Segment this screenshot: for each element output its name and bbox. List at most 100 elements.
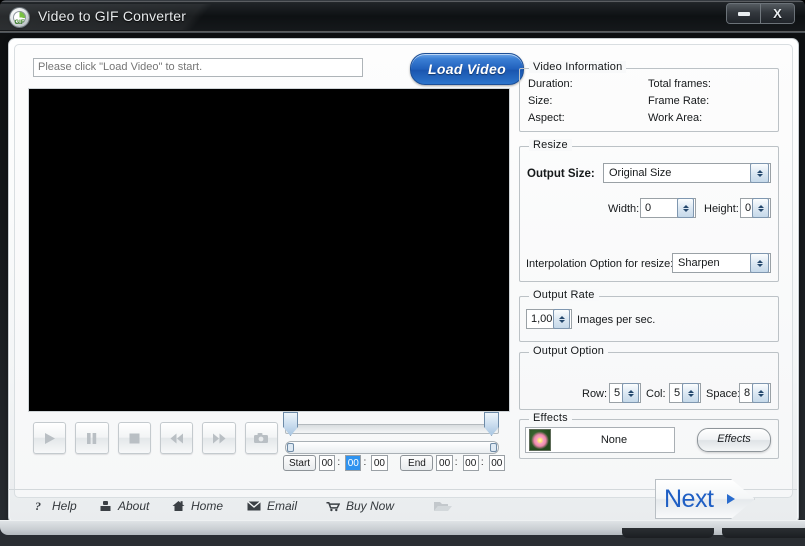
forward-button[interactable] [202,422,235,454]
folder-icon [433,499,453,513]
output-rate-arrows-icon[interactable] [553,309,570,329]
end-hours-field[interactable]: 00 [436,455,452,471]
titlebar-edge-2 [0,32,805,33]
effects-legend: Effects [529,412,572,424]
about-label: About [118,499,149,513]
help-link[interactable]: ? Help [32,499,77,513]
col-stepper-arrows-icon[interactable] [682,383,699,403]
height-stepper[interactable]: 0 [740,198,771,218]
gif-logo-icon: GIF [10,8,29,27]
play-button[interactable] [33,422,66,454]
space-label: Space: [706,387,740,401]
effect-selected-name: None [554,433,674,447]
resize-legend: Resize [529,139,572,151]
trim-timeline: Start 00 : 00 : 00 End 00 : 00 : 00 [283,410,505,462]
home-label: Home [191,499,223,513]
row-stepper[interactable]: 5 [609,383,641,403]
start-hours-field[interactable]: 00 [319,455,335,471]
titlebar-highlight-top [0,1,805,2]
flower-thumbnail-icon [529,429,551,451]
end-colon-1: : [455,455,458,471]
start-button[interactable]: Start [283,455,316,471]
width-stepper[interactable]: 0 [640,198,696,218]
home-link[interactable]: Home [171,499,223,513]
end-minutes-field[interactable]: 00 [463,455,479,471]
interpolation-chevron-icon[interactable] [750,253,769,273]
aspect-label: Aspect: [528,111,565,125]
duration-label: Duration: [528,77,573,91]
load-video-button[interactable]: Load Video [410,53,524,85]
output-size-chevron-icon[interactable] [750,163,769,183]
envelope-icon [247,499,261,513]
house-icon [171,499,185,513]
window-feet [0,528,805,546]
start-seconds-field[interactable]: 00 [371,455,387,471]
height-label: Height: [704,202,739,216]
gif-logo-text: GIF [12,19,27,27]
start-minutes-field[interactable]: 00 [345,455,361,471]
row-stepper-arrows-icon[interactable] [622,383,639,403]
email-link[interactable]: Email [247,499,297,513]
start-colon-1: : [337,455,340,471]
load-row: Load Video [33,55,498,85]
close-icon: X [773,7,782,20]
width-stepper-arrows-icon[interactable] [677,198,694,218]
total-frames-label: Total frames: [648,77,711,91]
output-rate-unit-label: Images per sec. [577,313,655,327]
email-label: Email [267,499,297,513]
buy-now-link[interactable]: Buy Now [326,499,394,513]
end-button[interactable]: End [400,455,433,471]
buy-now-label: Buy Now [346,499,394,513]
output-rate-group: Output Rate 1,00 Images per sec. [519,296,779,342]
resize-group: Resize Output Size: Original Size Width:… [519,146,779,282]
output-size-select[interactable]: Original Size [603,163,771,183]
output-rate-value: 1,00 [527,310,553,328]
size-label: Size: [528,94,552,108]
end-colon-2: : [481,455,484,471]
effects-button[interactable]: Effects [697,428,771,452]
stop-button[interactable] [118,422,151,454]
svg-text:?: ? [35,500,41,512]
output-size-value: Original Size [604,164,750,182]
effects-group: Effects None Effects [519,419,779,459]
frame-rate-label: Frame Rate: [648,94,709,108]
video-information-group: Video Information Duration: Size: Aspect… [519,68,779,132]
video-preview-area[interactable] [28,88,510,412]
effect-selection-field[interactable]: None [525,427,675,453]
help-label: Help [52,499,77,513]
minimize-button[interactable] [727,4,760,23]
window-foot-right [722,528,805,538]
height-stepper-arrows-icon[interactable] [752,198,769,218]
start-colon-2: : [363,455,366,471]
about-link[interactable]: About [98,499,149,513]
timeline-scrollbar[interactable] [285,441,499,454]
snapshot-button[interactable] [245,422,278,454]
application-window: GIF Video to GIF Converter X Load Video [0,0,805,546]
next-label: Next [664,485,713,513]
trim-track[interactable] [285,424,499,434]
output-option-legend: Output Option [529,345,608,357]
row-label: Row: [582,387,607,401]
interpolation-select[interactable]: Sharpen [672,253,771,273]
output-rate-stepper[interactable]: 1,00 [526,309,572,329]
end-seconds-field[interactable]: 00 [489,455,505,471]
video-path-input[interactable] [33,58,363,77]
open-folder-button[interactable] [433,499,453,513]
height-value: 0 [741,199,752,217]
col-label: Col: [646,387,666,401]
space-stepper[interactable]: 8 [739,383,771,403]
question-mark-icon: ? [32,499,46,513]
window-shell: GIF Video to GIF Converter X Load Video [0,0,805,546]
col-value: 5 [670,384,682,402]
space-stepper-arrows-icon[interactable] [752,383,769,403]
output-rate-legend: Output Rate [529,289,599,301]
pause-button[interactable] [75,422,108,454]
col-stepper[interactable]: 5 [669,383,701,403]
minimize-icon [738,12,750,16]
rewind-button[interactable] [160,422,193,454]
video-information-legend: Video Information [529,61,626,73]
cart-icon [326,499,340,513]
close-button[interactable]: X [760,4,794,23]
window-controls: X [726,3,795,24]
output-size-label: Output Size: [527,167,595,181]
